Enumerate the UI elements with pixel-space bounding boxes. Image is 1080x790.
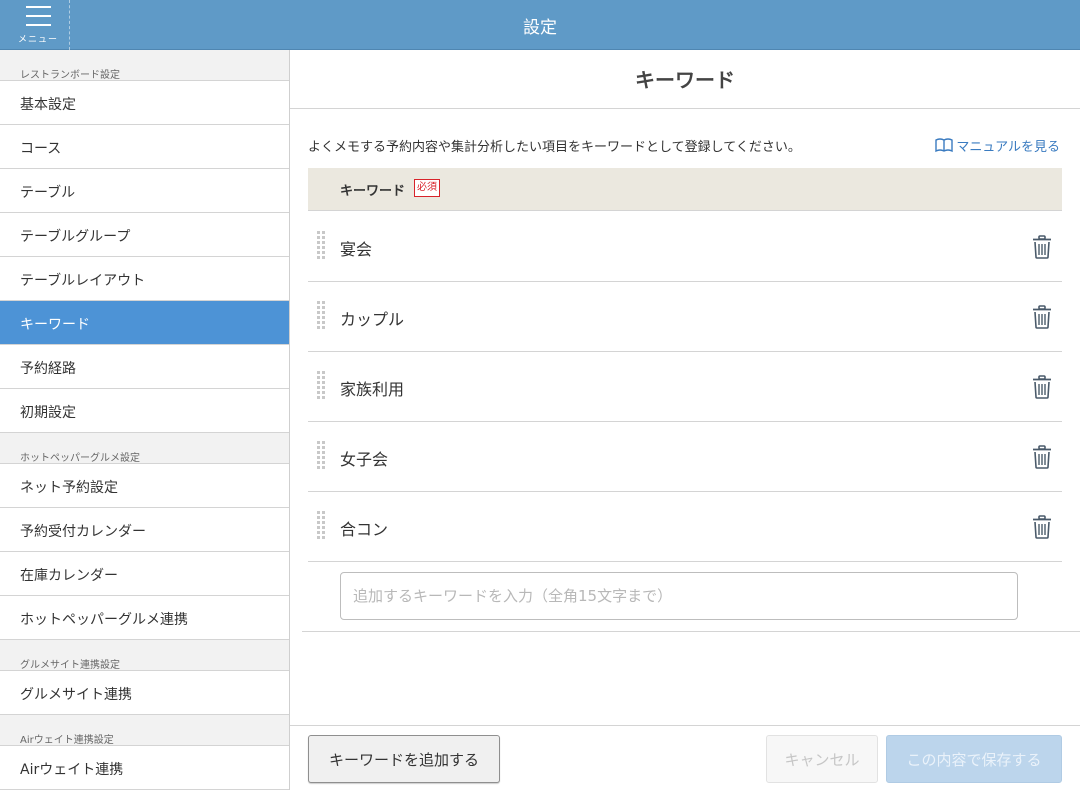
- sidebar-item[interactable]: テーブル: [0, 169, 289, 213]
- sidebar-item[interactable]: コース: [0, 125, 289, 169]
- trash-icon[interactable]: [1032, 515, 1052, 539]
- keyword-label: 合コン: [340, 520, 389, 539]
- required-badge: 必須: [414, 179, 440, 197]
- sidebar-item[interactable]: グルメサイト連携: [0, 671, 289, 715]
- sidebar-item[interactable]: ネット予約設定: [0, 464, 289, 508]
- sidebar-item[interactable]: テーブルグループ: [0, 213, 289, 257]
- sidebar-item[interactable]: ホットペッパーグルメ連携: [0, 596, 289, 640]
- keyword-row: 宴会: [308, 212, 1062, 282]
- sidebar-item[interactable]: 在庫カレンダー: [0, 552, 289, 596]
- keyword-label: カップル: [340, 310, 405, 329]
- sidebar: レストランボード設定 基本設定 コース テーブル テーブルグループ テーブルレイアウト キー…: [0, 50, 290, 790]
- sidebar-section-header: レストランボード設定: [0, 50, 289, 81]
- keyword-column-header: キーワード: [340, 184, 406, 199]
- keyword-input[interactable]: [340, 572, 1018, 620]
- save-button[interactable]: この内容で保存する: [886, 735, 1062, 783]
- sidebar-item[interactable]: 初期設定: [0, 389, 289, 433]
- keyword-row: 合コン: [308, 492, 1062, 562]
- keyword-input-row: [302, 562, 1080, 632]
- sidebar-item[interactable]: 予約経路: [0, 345, 289, 389]
- sidebar-section-header: Airウェイト連携設定: [0, 715, 289, 746]
- app-header: メニュー 設定: [0, 0, 1080, 50]
- header-title: 設定: [523, 18, 557, 38]
- description-text: よくメモする予約内容や集計分析したい項目をキーワードとして登録してください。: [308, 140, 801, 155]
- trash-icon[interactable]: [1032, 375, 1052, 399]
- cancel-button[interactable]: キャンセル: [766, 735, 878, 783]
- add-keyword-button[interactable]: キーワードを追加する: [308, 735, 500, 783]
- manual-link[interactable]: マニュアルを見る: [935, 136, 1060, 155]
- keyword-row: 家族利用: [308, 352, 1062, 422]
- sidebar-section-header: グルメサイト連携設定: [0, 640, 289, 671]
- drag-handle-icon[interactable]: [317, 231, 327, 261]
- drag-handle-icon[interactable]: [317, 301, 327, 331]
- keyword-table-header: キーワード 必須: [308, 168, 1062, 211]
- keyword-list: 宴会カップル家族利用女子会合コン: [308, 212, 1062, 562]
- sidebar-item[interactable]: キーワード: [0, 301, 289, 345]
- footer-bar: キーワードを追加する キャンセル この内容で保存する: [290, 725, 1080, 790]
- drag-handle-icon[interactable]: [317, 511, 327, 541]
- manual-link-label: マニュアルを見る: [956, 140, 1060, 155]
- keyword-row: カップル: [308, 282, 1062, 352]
- main-content: キーワード よくメモする予約内容や集計分析したい項目をキーワードとして登録してく…: [290, 50, 1080, 790]
- keyword-label: 家族利用: [340, 380, 405, 399]
- sidebar-item[interactable]: テーブルレイアウト: [0, 257, 289, 301]
- trash-icon[interactable]: [1032, 305, 1052, 329]
- book-icon: [935, 138, 954, 153]
- keyword-label: 女子会: [340, 450, 389, 469]
- keyword-row: 女子会: [308, 422, 1062, 492]
- trash-icon[interactable]: [1032, 235, 1052, 259]
- trash-icon[interactable]: [1032, 445, 1052, 469]
- keyword-label: 宴会: [340, 240, 373, 259]
- drag-handle-icon[interactable]: [317, 371, 327, 401]
- sidebar-item[interactable]: 基本設定: [0, 81, 289, 125]
- page-title: キーワード: [290, 50, 1080, 109]
- sidebar-section-header: ホットペッパーグルメ設定: [0, 433, 289, 464]
- sidebar-item[interactable]: 予約受付カレンダー: [0, 508, 289, 552]
- sidebar-item[interactable]: Airウェイト連携: [0, 746, 289, 790]
- drag-handle-icon[interactable]: [317, 441, 327, 471]
